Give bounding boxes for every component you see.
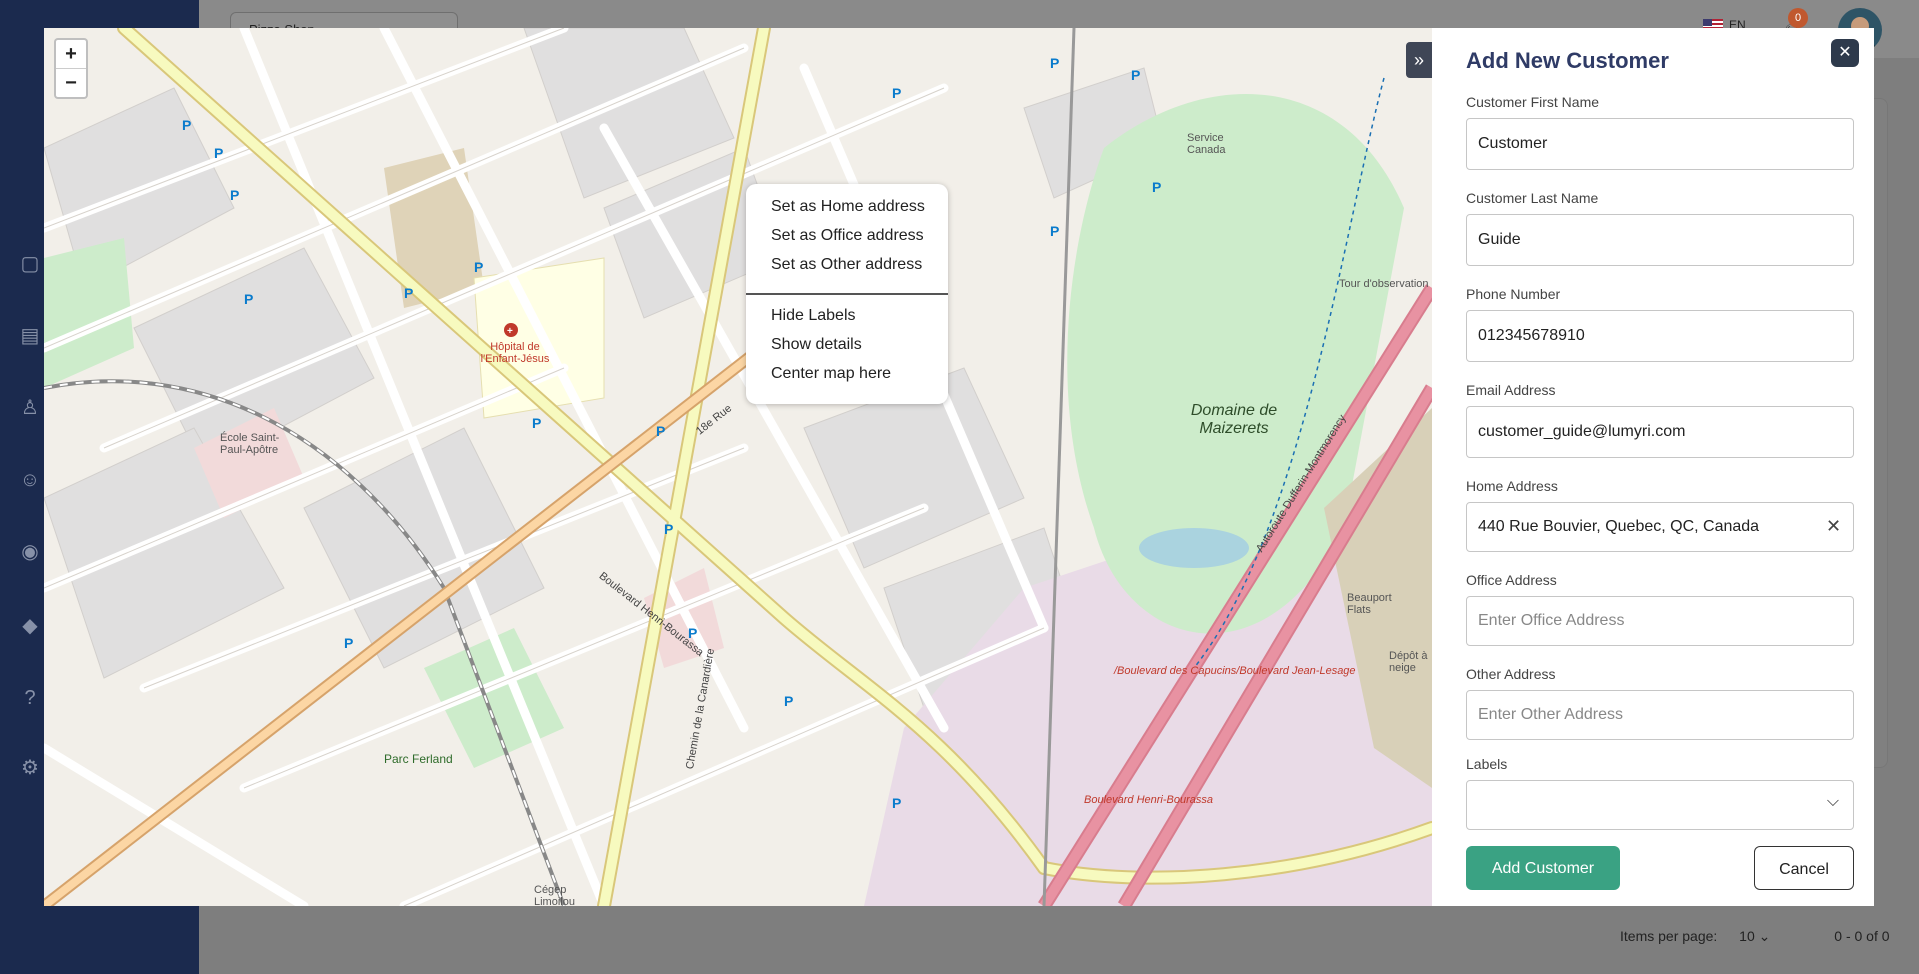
map-label-parc-ferland: Parc Ferland bbox=[384, 752, 453, 766]
svg-text:P: P bbox=[664, 521, 673, 537]
svg-text:P: P bbox=[892, 795, 901, 811]
first-name-label: Customer First Name bbox=[1466, 94, 1600, 110]
svg-text:P: P bbox=[182, 117, 191, 133]
svg-text:P: P bbox=[1050, 223, 1059, 239]
page-size-select[interactable]: 10 ⌄ bbox=[1739, 928, 1770, 944]
labels-select[interactable]: ⌵ bbox=[1466, 780, 1854, 830]
customers-icon[interactable]: ☺ bbox=[18, 468, 42, 492]
notification-badge: 0 bbox=[1788, 8, 1808, 28]
map-label-henri-bourassa-2: Boulevard Henri-Bourassa bbox=[1084, 794, 1214, 806]
last-name-label: Customer Last Name bbox=[1466, 190, 1599, 206]
zoom-in-button[interactable]: + bbox=[56, 40, 86, 68]
svg-text:P: P bbox=[474, 259, 483, 275]
svg-text:P: P bbox=[230, 187, 239, 203]
other-address-label: Other Address bbox=[1466, 666, 1556, 682]
map-label-tour: Tour d'observation bbox=[1339, 278, 1429, 290]
office-address-label: Office Address bbox=[1466, 572, 1557, 588]
email-field[interactable] bbox=[1466, 406, 1854, 458]
add-customer-dialog: PPP PPP PPP PPP PPP PPP + Hôpital de l'E… bbox=[44, 28, 1874, 906]
first-name-field[interactable] bbox=[1466, 118, 1854, 170]
svg-text:P: P bbox=[784, 693, 793, 709]
phone-label: Phone Number bbox=[1466, 286, 1561, 302]
map-label-domaine: Domaine de Maizerets bbox=[1190, 402, 1278, 437]
phone-field[interactable] bbox=[1466, 310, 1854, 362]
ctx-center-map[interactable]: Center map here bbox=[771, 365, 891, 383]
box-icon[interactable]: ▢ bbox=[18, 252, 42, 276]
svg-text:+: + bbox=[507, 326, 513, 337]
svg-text:P: P bbox=[404, 285, 413, 301]
zoom-control: + − bbox=[54, 38, 88, 99]
map-label-beauport: Beauport Flats bbox=[1347, 592, 1392, 616]
chevron-down-icon: ⌵ bbox=[1826, 793, 1839, 810]
add-customer-button[interactable]: Add Customer bbox=[1466, 846, 1620, 890]
close-icon[interactable]: ✕ bbox=[1831, 39, 1859, 67]
location-icon[interactable]: ◉ bbox=[18, 540, 42, 564]
ctx-set-home-address[interactable]: Set as Home address bbox=[771, 198, 925, 216]
other-address-field[interactable] bbox=[1466, 690, 1854, 740]
map-tiles[interactable]: PPP P PP P PP PPP PPP PPP + bbox=[44, 28, 1432, 906]
expand-map-icon[interactable]: » bbox=[1406, 42, 1432, 78]
svg-text:P: P bbox=[1131, 67, 1140, 83]
svg-text:P: P bbox=[656, 423, 665, 439]
labels-label: Labels bbox=[1466, 756, 1508, 772]
items-per-page-label: Items per page: bbox=[1620, 928, 1718, 944]
map-context-menu: Set as Home address Set as Office addres… bbox=[746, 184, 948, 404]
customer-form: Add New Customer Customer First Name Cus… bbox=[1432, 28, 1874, 906]
zoom-out-button[interactable]: − bbox=[56, 68, 86, 97]
email-label: Email Address bbox=[1466, 382, 1556, 398]
settings-icon[interactable]: ⚙ bbox=[18, 756, 42, 780]
dialog-title: Add New Customer bbox=[1466, 48, 1669, 73]
ctx-show-details[interactable]: Show details bbox=[771, 336, 862, 354]
page-range: 0 - 0 of 0 bbox=[1834, 928, 1890, 944]
map-label-capucins: /Boulevard des Capucins/Boulevard Jean-L… bbox=[1114, 665, 1356, 677]
svg-text:P: P bbox=[532, 415, 541, 431]
clear-home-address-icon[interactable]: ✕ bbox=[1826, 516, 1841, 537]
svg-text:P: P bbox=[344, 635, 353, 651]
map-label-ecole: École Saint-Paul-Apôtre bbox=[220, 432, 280, 456]
help-icon[interactable]: ? bbox=[18, 686, 42, 710]
cancel-button[interactable]: Cancel bbox=[1754, 846, 1854, 890]
paginator: Items per page: 10 ⌄ 0 - 0 of 0 bbox=[1620, 928, 1890, 945]
svg-text:P: P bbox=[1152, 179, 1161, 195]
last-name-field[interactable] bbox=[1466, 214, 1854, 266]
map-label-cegep: Cégep Limoilou bbox=[534, 884, 575, 906]
map-label-service-canada: Service Canada bbox=[1187, 132, 1226, 156]
svg-text:P: P bbox=[892, 85, 901, 101]
map-label-hospital: Hôpital de l'Enfant-Jésus bbox=[480, 341, 550, 365]
map[interactable]: PPP PPP PPP PPP PPP PPP + Hôpital de l'E… bbox=[44, 28, 1432, 906]
ctx-hide-labels[interactable]: Hide Labels bbox=[771, 307, 856, 325]
tag-icon[interactable]: ◆ bbox=[18, 614, 42, 638]
home-address-label: Home Address bbox=[1466, 478, 1558, 494]
office-address-field[interactable] bbox=[1466, 596, 1854, 646]
ctx-set-office-address[interactable]: Set as Office address bbox=[771, 227, 924, 245]
user-icon[interactable]: ♙ bbox=[18, 396, 42, 420]
svg-text:P: P bbox=[1050, 55, 1059, 71]
svg-text:P: P bbox=[214, 145, 223, 161]
ctx-divider bbox=[746, 293, 948, 295]
svg-text:P: P bbox=[244, 291, 253, 307]
chart-icon[interactable]: ▤ bbox=[18, 324, 42, 348]
ctx-set-other-address[interactable]: Set as Other address bbox=[771, 256, 922, 274]
page-size-value: 10 bbox=[1739, 928, 1755, 944]
home-address-field[interactable] bbox=[1466, 502, 1854, 552]
